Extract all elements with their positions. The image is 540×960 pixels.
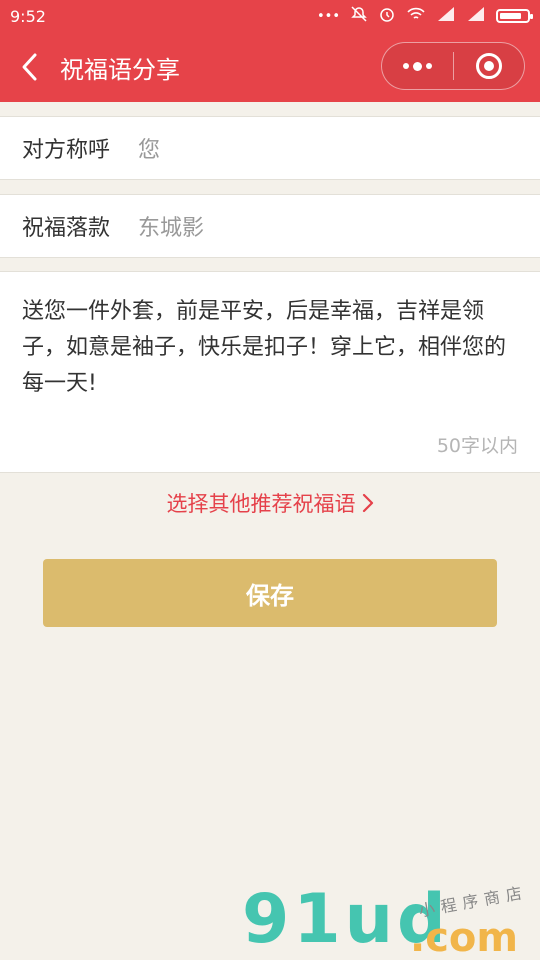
close-mini-program-button[interactable] [454,42,525,90]
blessing-text[interactable]: 送您一件外套，前是平安，后是幸福，吉祥是领子，如意是袖子，快乐是扣子！穿上它，相… [22,294,522,402]
blessing-textarea[interactable]: 送您一件外套，前是平安，后是幸福，吉祥是领子，如意是袖子，快乐是扣子！穿上它，相… [0,271,540,473]
status-bar: 9:52 ••• [0,0,540,32]
char-limit-hint: 50字以内 [436,435,518,457]
watermark-logo: 91ud 小程序商店 .com [240,880,540,960]
signature-input[interactable]: 东城影 [138,210,204,242]
status-icons: ••• [316,5,533,27]
signature-label: 祝福落款 [22,216,111,241]
status-time: 9:52 [10,6,46,26]
alarm-icon [378,5,396,27]
signal-icon-2 [466,7,486,25]
target-icon [475,53,502,79]
recommend-link-label: 选择其他推荐祝福语 [166,492,356,516]
mute-icon [350,5,368,27]
chevron-left-icon [22,53,37,81]
mini-program-capsule [381,42,525,90]
recipient-row[interactable]: 对方称呼 您 [0,116,540,180]
back-button[interactable] [0,32,60,102]
signal-icon [436,7,456,25]
page-title: 祝福语分享 [60,55,180,84]
wifi-icon [406,6,426,26]
more-dot-icon [402,63,409,69]
recommend-link[interactable]: 选择其他推荐祝福语 [0,486,540,520]
recipient-label: 对方称呼 [22,138,111,163]
more-menu-button[interactable] [382,42,453,90]
watermark-domain: .com [410,915,519,960]
more-dot-icon [412,61,422,71]
nav-bar: 祝福语分享 [0,32,540,102]
chevron-right-icon [362,493,373,513]
more-dot-icon [425,63,432,69]
save-button[interactable]: 保存 [43,559,497,627]
more-dots-icon: ••• [316,8,340,24]
signature-row[interactable]: 祝福落款 东城影 [0,194,540,258]
battery-icon [496,9,533,23]
recipient-input[interactable]: 您 [138,132,160,164]
